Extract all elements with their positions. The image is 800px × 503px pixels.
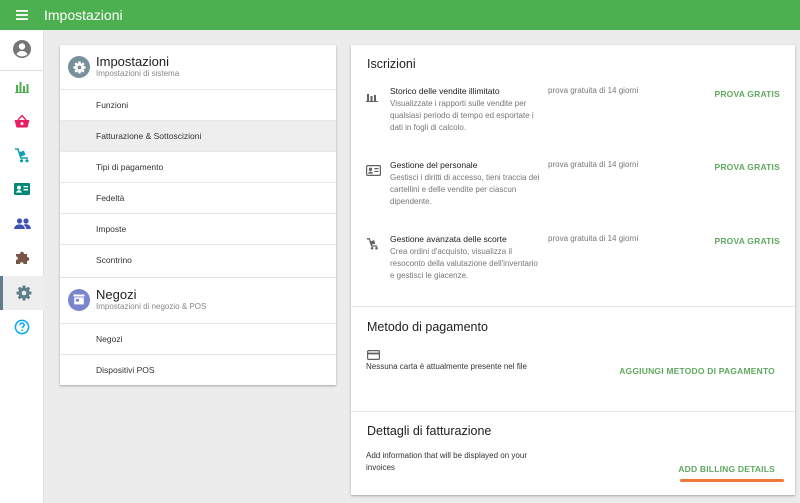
subscription-item: Storico delle vendite illimitato Visuali… (351, 86, 795, 160)
employee-card-icon (366, 163, 382, 181)
subscription-name: Gestione avanzata delle scorte (390, 234, 507, 244)
nav-item-tipi-di-pagamento[interactable]: Tipi di pagamento (60, 151, 336, 182)
store-icon (68, 288, 90, 311)
nav-item-imposte[interactable]: Imposte (60, 213, 336, 244)
nav-item-scontrino[interactable]: Scontrino (60, 244, 336, 275)
settings-section-header: Impostazioni Impostazioni di sistema (60, 45, 336, 89)
section-divider (351, 306, 795, 307)
nav-item-funzioni[interactable]: Funzioni (60, 89, 336, 120)
stores-section-header: Negozi Impostazioni di negozio & POS (60, 277, 336, 321)
billing-details-message: Add information that will be displayed o… (366, 451, 527, 472)
cart-icon[interactable] (0, 138, 44, 172)
gear-icon (68, 56, 90, 78)
basket-icon[interactable] (0, 104, 44, 138)
subscription-description: Visualizzate i rapporti sulle vendite pe… (390, 99, 534, 132)
section-divider (351, 411, 795, 412)
subscription-item: Gestione del personale Gestisci i diritt… (351, 160, 795, 234)
settings-menu-card: Impostazioni Impostazioni di sistema Fun… (60, 45, 336, 385)
stores-section-title: Negozi (96, 286, 137, 302)
help-icon[interactable] (0, 310, 44, 344)
subscription-name: Gestione del personale (390, 160, 478, 170)
bar-chart-icon (366, 89, 378, 107)
nav-item-negozi[interactable]: Negozi (60, 323, 336, 354)
stores-section-subtitle: Impostazioni di negozio & POS (96, 301, 207, 311)
gear-icon[interactable] (0, 276, 44, 310)
hamburger-menu-icon[interactable] (0, 0, 44, 30)
subscription-name: Storico delle vendite illimitato (390, 86, 500, 96)
payment-method-title: Metodo di pagamento (367, 320, 488, 334)
customer-card-icon[interactable] (0, 172, 44, 206)
nav-item-dispositivi-pos[interactable]: Dispositivi POS (60, 354, 336, 385)
billing-details-title: Dettagli di fatturazione (367, 424, 492, 438)
add-billing-details-button[interactable]: ADD BILLING DETAILS (678, 464, 775, 474)
page-title: Impostazioni (44, 7, 123, 23)
subscription-trial: prova gratuita di 14 giorni (548, 234, 639, 243)
people-icon[interactable] (0, 206, 44, 240)
puzzle-icon[interactable] (0, 240, 44, 274)
subscription-item: Gestione avanzata delle scorte Crea ordi… (351, 234, 795, 308)
settings-section-subtitle: Impostazioni di sistema (96, 69, 180, 78)
top-app-bar: Impostazioni (0, 0, 800, 30)
add-payment-method-button[interactable]: AGGIUNGI METODO DI PAGAMENTO (619, 366, 775, 376)
subscription-trial: prova gratuita di 14 giorni (548, 86, 639, 95)
subscription-description: Crea ordini d'acquisto, visualizza il re… (390, 247, 538, 280)
free-trial-button[interactable]: PROVA GRATIS (714, 162, 780, 172)
nav-item-fatturazione[interactable]: Fatturazione & Sottoscizioni (60, 120, 336, 151)
nav-item-fedelta[interactable]: Fedeltà (60, 182, 336, 213)
free-trial-button[interactable]: PROVA GRATIS (714, 236, 780, 246)
nav-rail (0, 30, 44, 503)
subscriptions-title: Iscrizioni (367, 57, 416, 71)
inventory-cart-icon (366, 237, 379, 255)
subscription-trial: prova gratuita di 14 giorni (548, 160, 639, 169)
bar-chart-icon[interactable] (0, 70, 44, 104)
settings-section-title: Impostazioni (96, 54, 169, 69)
highlight-underline (680, 479, 784, 482)
subscription-description: Gestisci i diritti di accesso, tieni tra… (390, 173, 540, 206)
payment-method-message: Nessuna carta è attualmente presente nel… (366, 362, 527, 371)
billing-content-card: Iscrizioni Storico delle vendite illimit… (351, 45, 795, 495)
account-circle-icon[interactable] (0, 32, 44, 66)
free-trial-button[interactable]: PROVA GRATIS (714, 89, 780, 99)
